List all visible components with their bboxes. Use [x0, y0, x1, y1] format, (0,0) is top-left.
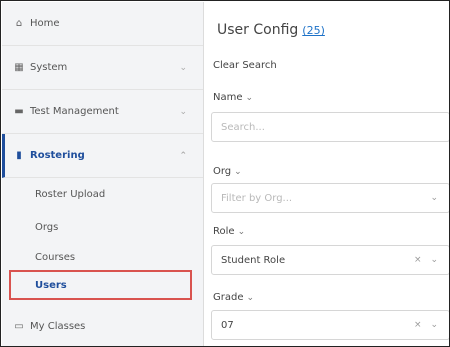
sidebar-subitem-label: Roster Upload: [35, 188, 106, 200]
sidebar-item-system[interactable]: ▦ System ⌄: [2, 46, 203, 90]
page-title-text: User Config: [217, 22, 299, 38]
clear-chevron-icon[interactable]: × ⌄: [414, 255, 441, 265]
sidebar-subitem-users[interactable]: Users: [2, 270, 203, 300]
sidebar-item-label: Home: [30, 18, 60, 29]
name-search-input[interactable]: Search...: [211, 112, 449, 142]
folder-icon: ▬: [14, 106, 24, 117]
chevron-down-icon: ⌄: [430, 193, 441, 203]
user-count-link[interactable]: (25): [302, 24, 325, 37]
sidebar-item-rostering[interactable]: ▮ Rostering ⌃: [2, 134, 203, 178]
sidebar-subitem-orgs[interactable]: Orgs: [2, 212, 203, 242]
sidebar-item-label: System: [30, 62, 68, 73]
classes-icon: ▭: [14, 320, 24, 332]
page-title: User Config (25): [217, 22, 325, 38]
role-filter-label-text: Role: [213, 226, 235, 237]
grid-icon: ▦: [14, 62, 24, 73]
sidebar-item-label: My Classes: [30, 320, 86, 332]
sidebar-subitem-roster-upload[interactable]: Roster Upload: [2, 179, 203, 209]
org-filter-label-text: Org: [213, 166, 232, 177]
roster-icon: ▮: [16, 150, 22, 161]
name-filter-label-text: Name: [213, 92, 243, 103]
sidebar-subitem-label: Courses: [35, 251, 76, 263]
chevron-up-icon: ⌃: [179, 150, 187, 161]
sidebar-item-label: Rostering: [30, 150, 85, 161]
main-panel: User Config (25) Clear Search Name ⌄ Searc…: [204, 2, 449, 346]
name-search-placeholder: Search...: [221, 121, 265, 133]
sidebar: ⌂ Home ▦ System ⌄ ▬ Test Management ⌄ ▮ …: [2, 2, 204, 346]
sidebar-item-my-classes[interactable]: ▭ My Classes: [2, 304, 203, 346]
role-filter-label[interactable]: Role ⌄: [213, 226, 245, 237]
clear-chevron-icon[interactable]: × ⌄: [414, 320, 441, 330]
grade-filter-select[interactable]: 07 × ⌄: [211, 310, 449, 340]
grade-filter-value: 07: [221, 319, 234, 331]
sidebar-subitem-label: Users: [35, 279, 67, 291]
chevron-down-icon: ⌄: [246, 293, 255, 303]
sidebar-subitem-label: Orgs: [35, 221, 59, 233]
sidebar-item-label: Test Management: [30, 106, 119, 117]
chevron-down-icon: ⌄: [245, 93, 254, 103]
chevron-down-icon: ⌄: [179, 106, 187, 117]
name-filter-label[interactable]: Name ⌄: [213, 92, 253, 103]
grade-filter-label-text: Grade: [213, 292, 244, 303]
org-filter-placeholder: Filter by Org...: [221, 192, 293, 204]
chevron-down-icon: ⌄: [234, 167, 242, 177]
clear-search-link[interactable]: Clear Search: [213, 60, 277, 71]
chevron-down-icon: ⌄: [179, 62, 187, 73]
role-filter-select[interactable]: Student Role × ⌄: [211, 245, 449, 275]
home-icon: ⌂: [15, 18, 23, 29]
chevron-down-icon: ⌄: [237, 227, 246, 237]
app-window: ⌂ Home ▦ System ⌄ ▬ Test Management ⌄ ▮ …: [0, 0, 450, 347]
sidebar-subitem-courses[interactable]: Courses: [2, 242, 203, 272]
role-filter-value: Student Role: [221, 254, 286, 266]
org-filter-label[interactable]: Org ⌄: [213, 166, 242, 177]
sidebar-item-test-management[interactable]: ▬ Test Management ⌄: [2, 90, 203, 134]
sidebar-item-home[interactable]: ⌂ Home: [2, 2, 203, 46]
grade-filter-label[interactable]: Grade ⌄: [213, 292, 254, 303]
org-filter-select[interactable]: Filter by Org... ⌄: [211, 183, 449, 213]
